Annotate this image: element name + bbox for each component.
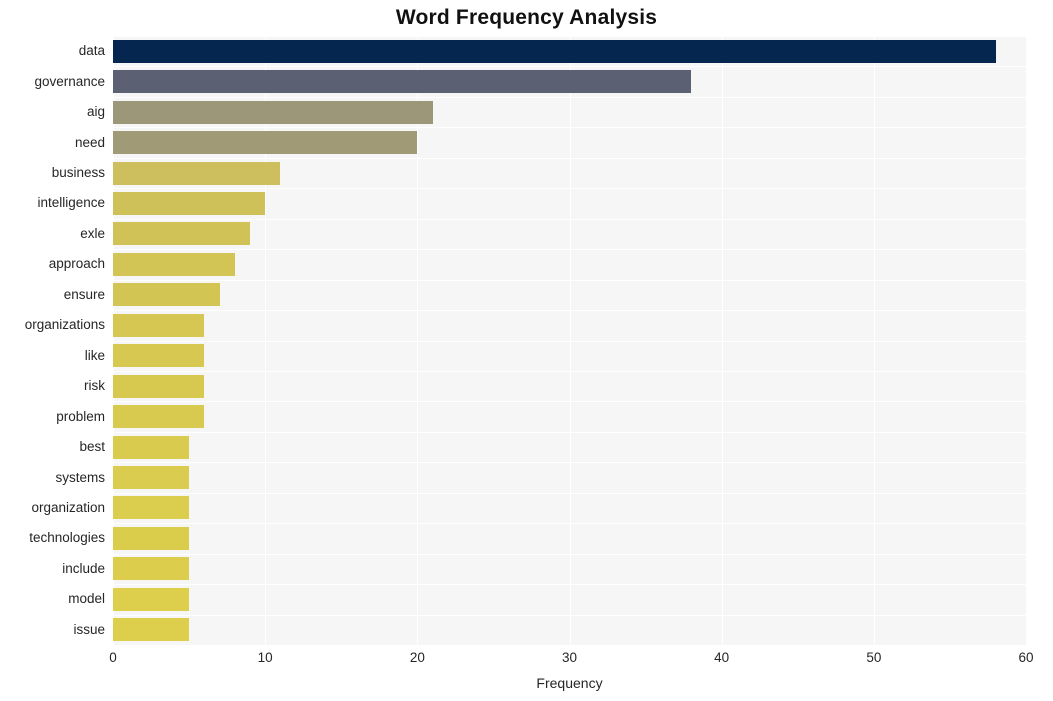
- bar-aig: [113, 100, 433, 124]
- gridline-horizontal: [113, 36, 1026, 37]
- bar-issue: [113, 618, 190, 642]
- bar-model: [113, 587, 190, 611]
- bar-systems: [113, 466, 190, 490]
- bar-business: [113, 161, 281, 185]
- gridline-horizontal: [113, 310, 1026, 312]
- gridline-horizontal: [113, 157, 1026, 159]
- x-tick-label-30: 30: [561, 650, 578, 665]
- plot-area: [113, 36, 1026, 645]
- y-tick-label-business: business: [51, 165, 105, 181]
- bar-exle: [113, 222, 250, 246]
- word-frequency-chart: Word Frequency Analysis data governance ai…: [0, 0, 1053, 701]
- y-tick-label-model: model: [68, 591, 105, 607]
- gridline-horizontal: [113, 401, 1026, 403]
- bar-organization: [113, 496, 190, 520]
- x-axis-ticks: 0 10 20 30 40 50 60: [0, 650, 1053, 672]
- y-tick-label-aig: aig: [86, 104, 105, 120]
- y-tick-label-data: data: [78, 43, 105, 59]
- gridline-horizontal: [113, 584, 1026, 586]
- y-tick-label-intelligence: intelligence: [37, 195, 105, 211]
- y-tick-label-organization: organization: [31, 499, 105, 515]
- gridline-horizontal: [113, 218, 1026, 220]
- gridline-horizontal: [113, 492, 1026, 494]
- bar-need: [113, 131, 418, 155]
- bar-governance: [113, 70, 692, 94]
- x-axis-title: Frequency: [536, 675, 603, 691]
- y-tick-label-best: best: [79, 439, 105, 455]
- y-tick-label-like: like: [84, 347, 105, 363]
- gridline-horizontal: [113, 127, 1026, 129]
- gridline-horizontal: [113, 370, 1026, 372]
- gridline-horizontal: [113, 523, 1026, 525]
- gridline-horizontal: [113, 553, 1026, 555]
- y-tick-label-problem: problem: [56, 408, 105, 424]
- gridline-horizontal: [113, 279, 1026, 281]
- bar-organizations: [113, 313, 205, 337]
- gridline-horizontal: [113, 431, 1026, 433]
- bar-intelligence: [113, 191, 266, 215]
- x-tick-label-40: 40: [714, 650, 730, 665]
- gridline-horizontal: [113, 340, 1026, 342]
- y-tick-label-approach: approach: [48, 256, 105, 272]
- y-tick-label-systems: systems: [55, 469, 105, 485]
- y-tick-label-organizations: organizations: [24, 317, 105, 333]
- bar-approach: [113, 252, 235, 276]
- bar-like: [113, 344, 205, 368]
- gridline-horizontal: [113, 66, 1026, 68]
- gridline-horizontal: [113, 614, 1026, 616]
- gridline-horizontal: [113, 462, 1026, 464]
- y-tick-label-ensure: ensure: [63, 286, 105, 302]
- x-tick-label-20: 20: [409, 650, 425, 665]
- bar-risk: [113, 374, 205, 398]
- y-axis-labels: data governance aig need business intelligenc…: [0, 36, 105, 645]
- y-tick-label-issue: issue: [73, 621, 105, 637]
- gridline-horizontal: [113, 96, 1026, 98]
- bar-best: [113, 435, 190, 459]
- y-tick-label-technologies: technologies: [29, 530, 105, 546]
- x-tick-label-10: 10: [257, 650, 273, 665]
- bar-problem: [113, 405, 205, 429]
- y-tick-label-include: include: [62, 560, 105, 576]
- gridline-horizontal: [113, 188, 1026, 190]
- x-tick-label-0: 0: [109, 650, 117, 665]
- bar-include: [113, 557, 190, 581]
- y-tick-label-need: need: [74, 134, 105, 150]
- x-tick-label-50: 50: [866, 650, 882, 665]
- x-tick-label-60: 60: [1018, 650, 1034, 665]
- y-tick-label-governance: governance: [34, 73, 105, 89]
- gridline-horizontal: [113, 249, 1026, 251]
- bar-technologies: [113, 526, 190, 550]
- chart-title: Word Frequency Analysis: [395, 6, 658, 29]
- bar-ensure: [113, 283, 220, 307]
- y-tick-label-risk: risk: [84, 378, 105, 394]
- bar-data: [113, 39, 996, 63]
- y-tick-label-exle: exle: [80, 225, 105, 241]
